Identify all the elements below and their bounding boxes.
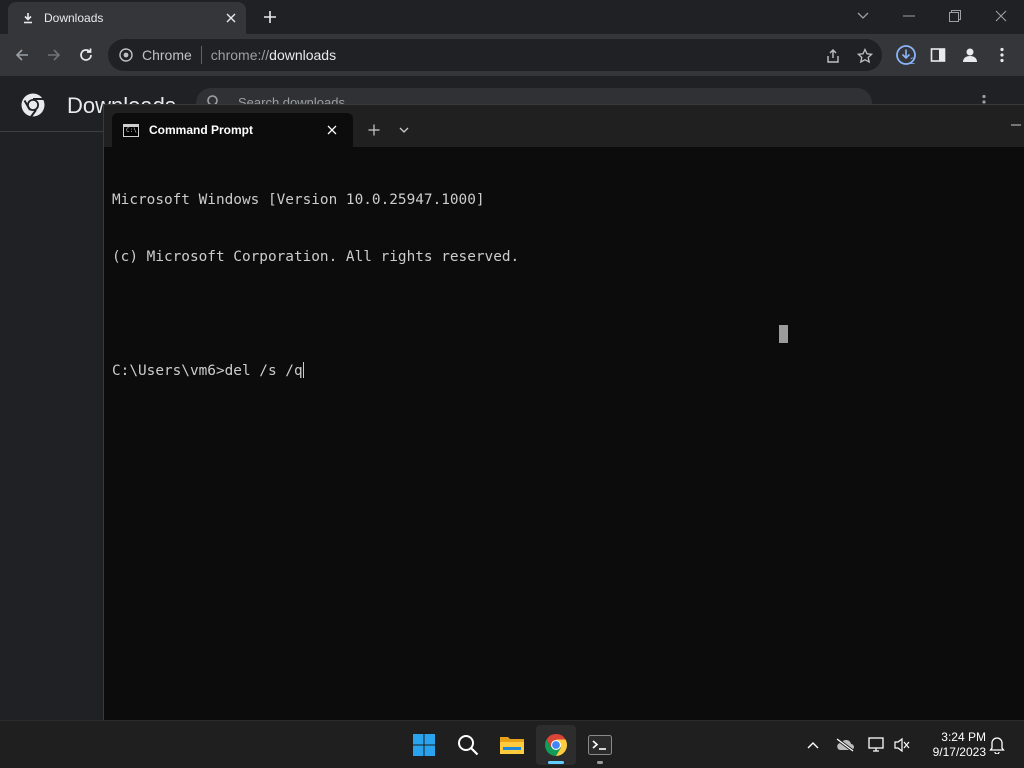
running-indicator (597, 761, 603, 764)
url-host: downloads (269, 47, 337, 63)
terminal-minimize-icon[interactable] (1008, 115, 1024, 135)
chrome-site-icon (118, 47, 134, 63)
chrome-taskbar-button[interactable] (536, 725, 576, 765)
text-caret (302, 362, 304, 378)
forward-icon[interactable] (40, 41, 68, 69)
omnibox-chip: Chrome (142, 47, 192, 63)
volume-muted-icon[interactable] (890, 733, 914, 757)
file-explorer-icon (500, 737, 524, 754)
search-icon (458, 735, 479, 756)
profile-icon[interactable] (956, 41, 984, 69)
terminal-prompt-line: C:\Users\vm6>del /s /q (112, 362, 1012, 381)
chrome-tab-downloads[interactable]: Downloads (8, 2, 246, 34)
close-tab-icon[interactable] (222, 9, 240, 27)
url-scheme: chrome:// (210, 47, 270, 63)
terminal-output[interactable]: Microsoft Windows [Version 10.0.25947.10… (112, 153, 1012, 713)
taskbar-clock[interactable]: 3:24 PM 9/17/2023 (918, 730, 986, 760)
new-tab-button[interactable] (258, 5, 282, 29)
active-indicator (548, 761, 564, 764)
taskbar-search-button[interactable] (448, 725, 488, 765)
chrome-menu-icon[interactable] (988, 41, 1016, 69)
terminal-tabbar: C:\ Command Prompt (104, 105, 1024, 147)
notifications-bell-icon[interactable] (985, 733, 1009, 757)
tab-search-icon[interactable] (840, 2, 886, 30)
terminal-line: Microsoft Windows [Version 10.0.25947.10… (112, 192, 485, 208)
terminal-tab-title: Command Prompt (149, 123, 254, 137)
address-bar[interactable]: Chrome chrome://downloads (108, 39, 882, 71)
chrome-logo-icon (20, 92, 46, 119)
downloads-button[interactable]: 2 (892, 41, 920, 69)
reload-icon[interactable] (72, 41, 100, 69)
start-icon (413, 734, 435, 756)
restore-icon[interactable] (932, 2, 978, 30)
chrome-toolbar: Chrome chrome://downloads 2 (0, 34, 1024, 76)
chrome-icon (545, 734, 567, 756)
terminal-window: C:\ Command Prompt Microsoft Windows [Ve… (103, 104, 1024, 720)
terminal-command: del /s /q (224, 363, 303, 379)
chevron-down-icon[interactable] (393, 119, 415, 141)
onedrive-offline-icon[interactable] (833, 733, 857, 757)
mouse-cursor (779, 325, 788, 343)
side-panel-icon[interactable] (924, 41, 952, 69)
close-terminal-tab-icon[interactable] (323, 121, 341, 139)
clock-date: 9/17/2023 (932, 745, 986, 759)
tray-overflow-chevron-up-icon[interactable] (801, 733, 825, 757)
command-prompt-icon: C:\ (123, 123, 139, 137)
terminal-tab-command-prompt[interactable]: C:\ Command Prompt (112, 113, 353, 147)
terminal-taskbar-button[interactable] (580, 725, 620, 765)
close-window-icon[interactable] (978, 2, 1024, 30)
share-icon[interactable] (822, 45, 844, 67)
download-icon (20, 10, 36, 26)
taskbar: 3:24 PM 9/17/2023 (0, 720, 1024, 768)
back-icon[interactable] (8, 41, 36, 69)
clock-time: 3:24 PM (941, 730, 986, 744)
downloads-count-badge: 2 (910, 56, 916, 66)
bookmark-star-icon[interactable] (854, 45, 876, 67)
terminal-icon (588, 735, 612, 755)
network-icon[interactable] (865, 733, 889, 757)
terminal-new-tab-button[interactable] (363, 119, 385, 141)
chrome-tabstrip: Downloads (0, 0, 1024, 34)
file-explorer-button[interactable] (492, 725, 532, 765)
terminal-line: (c) Microsoft Corporation. All rights re… (112, 249, 520, 265)
minimize-icon[interactable] (886, 2, 932, 30)
omnibox-separator (200, 46, 202, 64)
start-button[interactable] (404, 725, 444, 765)
chrome-tab-title: Downloads (44, 11, 104, 25)
terminal-prompt: C:\Users\vm6> (112, 363, 225, 379)
